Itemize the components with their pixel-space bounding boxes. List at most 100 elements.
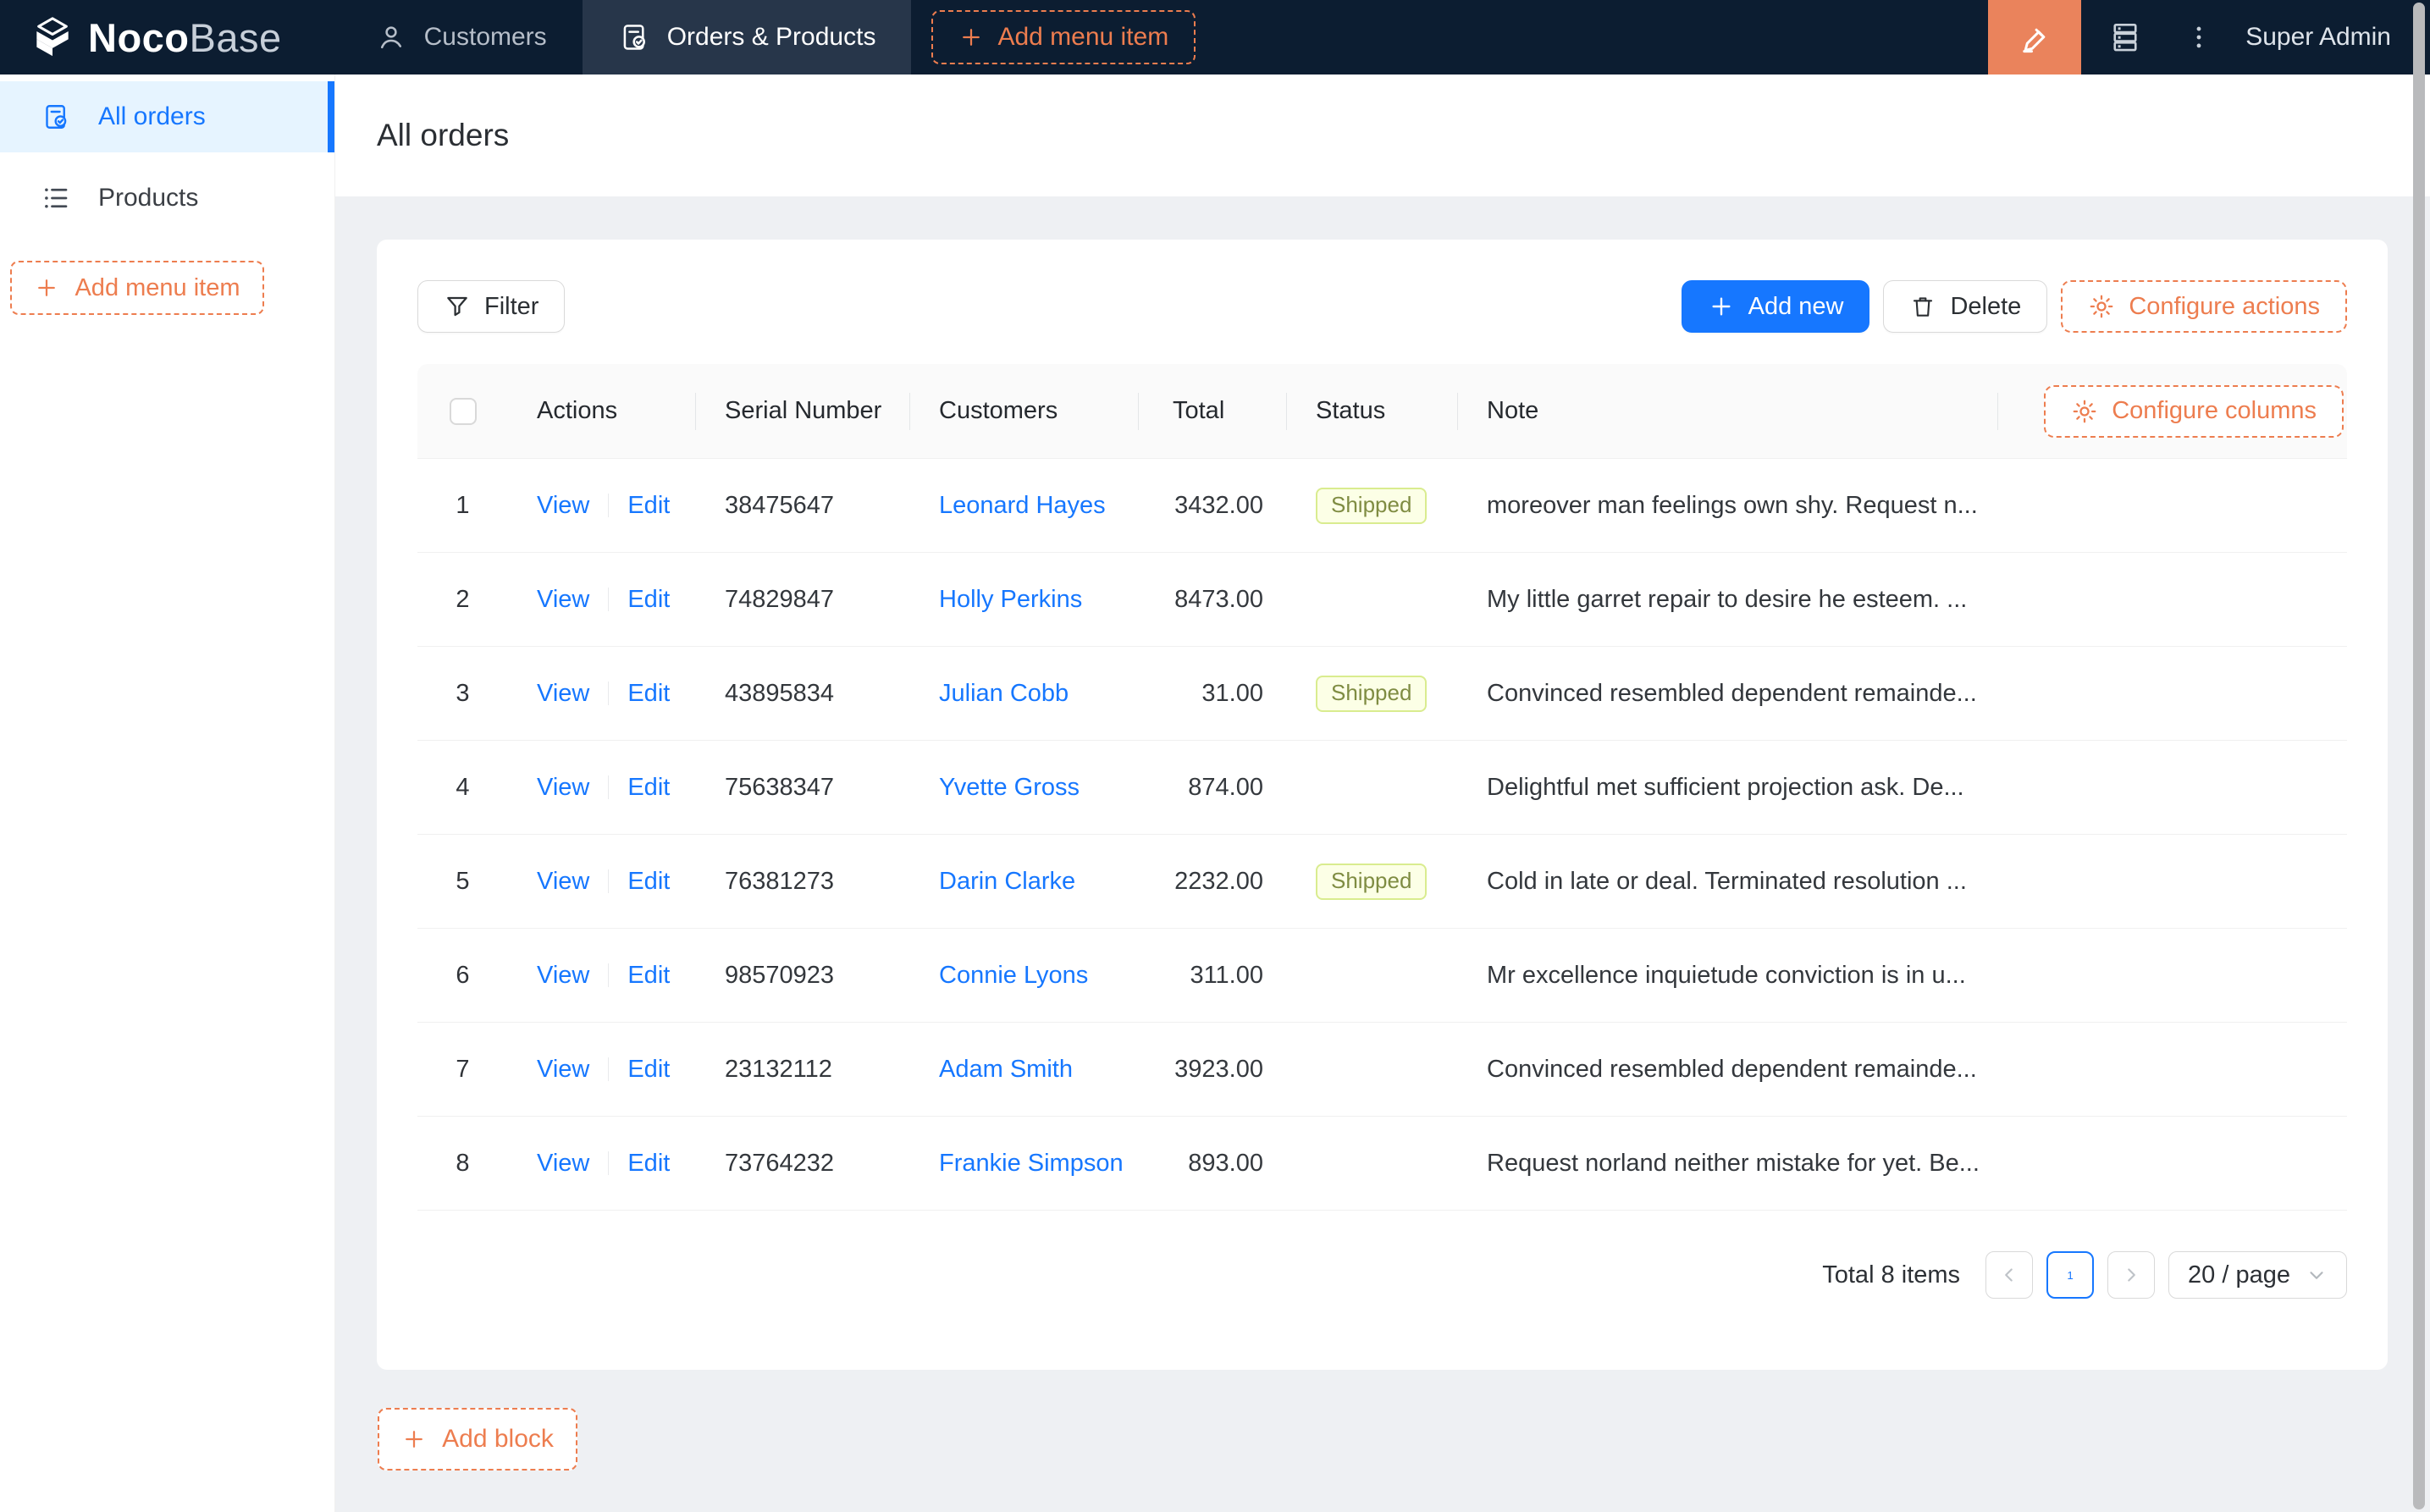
- tab-orders-products[interactable]: Orders & Products: [582, 0, 912, 74]
- total-cell: 3432.00: [1174, 491, 1263, 519]
- edit-link[interactable]: Edit: [627, 962, 670, 990]
- row-index: 5: [456, 867, 470, 895]
- note-cell: My little garret repair to desire he est…: [1487, 585, 1968, 613]
- customer-link[interactable]: Yvette Gross: [939, 774, 1080, 801]
- plugin-manager-button[interactable]: [2081, 0, 2169, 74]
- note-cell: Cold in late or deal. Terminated resolut…: [1487, 867, 1967, 895]
- page-header: All orders: [335, 74, 2430, 196]
- customer-link[interactable]: Adam Smith: [939, 1056, 1073, 1083]
- edit-link[interactable]: Edit: [627, 1056, 670, 1084]
- customer-cell: Yvette Gross: [910, 774, 1139, 802]
- add-block-button[interactable]: Add block: [378, 1408, 577, 1471]
- view-link[interactable]: View: [537, 868, 589, 896]
- filter-label: Filter: [484, 292, 539, 320]
- view-link[interactable]: View: [537, 774, 589, 802]
- view-link[interactable]: View: [537, 586, 589, 614]
- page-title: All orders: [377, 118, 510, 152]
- filter-button[interactable]: Filter: [417, 280, 566, 333]
- table-body: 1 View Edit 38475647 Leonard Hayes 3432.…: [417, 459, 2347, 1211]
- view-link[interactable]: View: [537, 1150, 589, 1178]
- pagination-prev-button[interactable]: [1985, 1251, 2034, 1299]
- column-header-serial-number: Serial Number: [696, 364, 910, 458]
- sidebar-add-menu-item-button[interactable]: Add menu item: [10, 261, 264, 315]
- view-link[interactable]: View: [537, 680, 589, 708]
- edit-link[interactable]: Edit: [627, 774, 670, 802]
- scrollbar-thumb[interactable]: [2413, 3, 2425, 1509]
- chevron-right-icon: [2128, 1268, 2135, 1282]
- configure-columns-button[interactable]: Configure columns: [2044, 384, 2344, 438]
- row-index: 2: [456, 585, 470, 613]
- user-menu[interactable]: Super Admin: [2228, 23, 2430, 52]
- serial-number-cell: 75638347: [725, 773, 835, 801]
- total-cell: 311.00: [1190, 961, 1263, 989]
- sidebar-item-all-orders[interactable]: All orders: [0, 81, 334, 152]
- app-logo[interactable]: NocoBase: [0, 14, 316, 61]
- nav-add-menu-item-button[interactable]: Add menu item: [931, 10, 1196, 64]
- customer-link[interactable]: Holly Perkins: [939, 586, 1082, 613]
- serial-number-cell: 73764232: [725, 1149, 835, 1177]
- edit-link[interactable]: Edit: [627, 868, 670, 896]
- sidebar-item-label: All orders: [98, 102, 206, 130]
- customer-cell: Connie Lyons: [910, 962, 1139, 990]
- customer-link[interactable]: Darin Clarke: [939, 868, 1075, 895]
- pagination: Total 8 items 1 20 / page: [417, 1251, 2347, 1299]
- table-row: 2 View Edit 74829847 Holly Perkins 8473.…: [417, 553, 2347, 647]
- delete-button[interactable]: Delete: [1883, 280, 2048, 333]
- configure-columns-label: Configure columns: [2112, 397, 2317, 424]
- row-actions: View Edit: [508, 774, 696, 802]
- column-header-note: Note: [1458, 364, 1998, 458]
- view-link[interactable]: View: [537, 1056, 589, 1084]
- customer-cell: Leonard Hayes: [910, 492, 1139, 520]
- edit-link[interactable]: Edit: [627, 586, 670, 614]
- table-row: 1 View Edit 38475647 Leonard Hayes 3432.…: [417, 459, 2347, 553]
- table-row: 4 View Edit 75638347 Yvette Gross 874.00…: [417, 741, 2347, 835]
- toolbar-right: Add new Delete Configure actions: [1681, 280, 2347, 333]
- chevron-left-icon: [2005, 1268, 2013, 1282]
- gear-icon: [2090, 295, 2113, 318]
- tab-customers[interactable]: Customers: [340, 0, 583, 74]
- plus-icon: [963, 29, 980, 46]
- customer-link[interactable]: Frankie Simpson: [939, 1150, 1124, 1177]
- row-actions: View Edit: [508, 492, 696, 520]
- more-menu-button[interactable]: [2169, 0, 2228, 74]
- view-link[interactable]: View: [537, 492, 589, 520]
- table-row: 6 View Edit 98570923 Connie Lyons 311.00…: [417, 929, 2347, 1023]
- row-index: 4: [456, 773, 470, 801]
- scrollbar-track: [2408, 0, 2430, 1512]
- pagination-next-button[interactable]: [2107, 1251, 2156, 1299]
- customer-link[interactable]: Connie Lyons: [939, 962, 1088, 989]
- total-cell: 893.00: [1188, 1149, 1263, 1177]
- pagination-page-1[interactable]: 1: [2046, 1251, 2095, 1299]
- ui-editor-button[interactable]: [1988, 0, 2082, 74]
- table-row: 3 View Edit 43895834 Julian Cobb 31.00 S…: [417, 647, 2347, 741]
- customer-link[interactable]: Leonard Hayes: [939, 492, 1106, 519]
- view-link[interactable]: View: [537, 962, 589, 990]
- nav-add-menu-item-label: Add menu item: [997, 23, 1169, 51]
- edit-link[interactable]: Edit: [627, 680, 670, 708]
- orders-table: Actions Serial Number Customers Total St…: [417, 364, 2347, 1299]
- actions-divider: [608, 869, 610, 893]
- total-cell: 8473.00: [1174, 585, 1263, 613]
- status-badge: Shipped: [1316, 863, 1428, 900]
- customer-cell: Adam Smith: [910, 1056, 1139, 1084]
- add-new-button[interactable]: Add new: [1681, 280, 1870, 333]
- row-index: 1: [456, 491, 470, 519]
- table-toolbar: Filter Add new Delete Configure actions: [417, 280, 2347, 333]
- customer-link[interactable]: Julian Cobb: [939, 680, 1069, 707]
- serial-number-cell: 43895834: [725, 679, 835, 707]
- delete-label: Delete: [1950, 292, 2022, 320]
- page-size-select[interactable]: 20 / page: [2168, 1251, 2347, 1299]
- logo-text: NocoBase: [88, 14, 282, 60]
- status-cell: Shipped: [1287, 487, 1458, 524]
- total-cell: 874.00: [1188, 773, 1263, 801]
- edit-link[interactable]: Edit: [627, 1150, 670, 1178]
- table-row: 5 View Edit 76381273 Darin Clarke 2232.0…: [417, 835, 2347, 929]
- filter-icon: [447, 296, 467, 317]
- sidebar-item-products[interactable]: Products: [0, 163, 334, 234]
- edit-link[interactable]: Edit: [627, 492, 670, 520]
- cube-logo-icon: [36, 17, 69, 57]
- select-all-cell: [417, 364, 508, 458]
- configure-actions-button[interactable]: Configure actions: [2061, 280, 2347, 333]
- select-all-checkbox[interactable]: [449, 397, 477, 425]
- gear-icon: [2073, 400, 2096, 422]
